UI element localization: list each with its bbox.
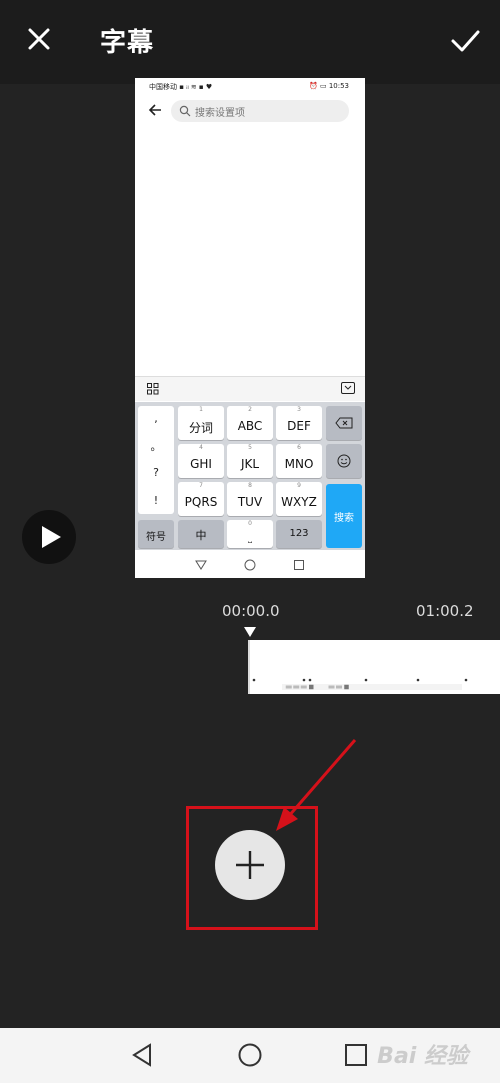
page-title: 字幕: [100, 28, 155, 58]
search-icon: [179, 105, 191, 117]
video-preview: 中国移动 ▪ ᵢₗ ≋ ▪ ♥ ⏰ ▭ 10:53 搜索设置项 , 。 ? ! …: [135, 78, 365, 578]
nav-home-icon[interactable]: [237, 1042, 263, 1068]
nav-back-icon[interactable]: [130, 1042, 156, 1068]
key-pqrs: 7 PQRS: [178, 482, 224, 516]
hide-keyboard-icon: [341, 382, 355, 394]
playhead-icon[interactable]: [243, 626, 257, 638]
key-mno: 6 MNO: [276, 444, 322, 478]
check-icon[interactable]: [448, 24, 482, 58]
timecode-current: 00:00.0: [222, 602, 280, 620]
back-arrow-icon: [148, 104, 161, 116]
recent-square-icon: [294, 560, 304, 570]
search-placeholder: 搜索设置项: [195, 108, 245, 119]
timecode-total: 01:00.2: [416, 602, 474, 620]
clip-dots: [252, 678, 468, 682]
add-subtitle-button[interactable]: [215, 830, 285, 900]
nav-recent-icon[interactable]: [343, 1042, 369, 1068]
keyboard-toolbar: [135, 376, 365, 401]
key-space: 0 ⎵: [227, 520, 273, 548]
watermark: Bai 经验: [377, 1044, 468, 1069]
system-nav-bar: Bai 经验: [0, 1028, 500, 1083]
key-delete: [326, 406, 362, 440]
plus-icon: [236, 851, 264, 879]
key-symbols: 符号: [138, 520, 174, 548]
key-ghi: 4 GHI: [178, 444, 224, 478]
top-bar: 字幕: [0, 0, 500, 84]
preview-search-box: 搜索设置项: [171, 100, 349, 122]
punctuation-column: , 。 ? !: [138, 406, 174, 514]
preview-nav-bar: [135, 552, 365, 578]
key-jkl: 5 JKL: [227, 444, 273, 478]
home-circle-icon: [244, 559, 256, 571]
key-search: 搜索: [326, 484, 362, 548]
video-clip-track[interactable]: [248, 640, 500, 694]
play-icon: [42, 526, 61, 548]
key-def: 3 DEF: [276, 406, 322, 440]
key-emoji: [326, 444, 362, 478]
keyboard: , 。 ? ! 1 分词 2 ABC 3 DEF 4 GHI 5 JKL 6 MNO 7 PQ…: [135, 402, 365, 550]
key-chinese: 中: [178, 520, 224, 548]
grid-icon: [147, 383, 159, 395]
playhead-line: [248, 640, 250, 694]
close-icon[interactable]: [24, 24, 54, 54]
key-tuv: 8 TUV: [227, 482, 273, 516]
key-wxyz: 9 WXYZ: [276, 482, 322, 516]
preview-status-bar: 中国移动 ▪ ᵢₗ ≋ ▪ ♥ ⏰ ▭ 10:53: [149, 82, 349, 91]
play-button[interactable]: [22, 510, 76, 564]
key-abc: 2 ABC: [227, 406, 273, 440]
backspace-icon: [335, 417, 353, 429]
clip-thumbnail: [282, 684, 462, 690]
back-triangle-icon: [195, 560, 207, 570]
emoji-icon: [337, 454, 351, 468]
key-fenci: 1 分词: [178, 406, 224, 440]
key-123: 123: [276, 520, 322, 548]
preview-search-row: 搜索设置项: [135, 96, 365, 126]
